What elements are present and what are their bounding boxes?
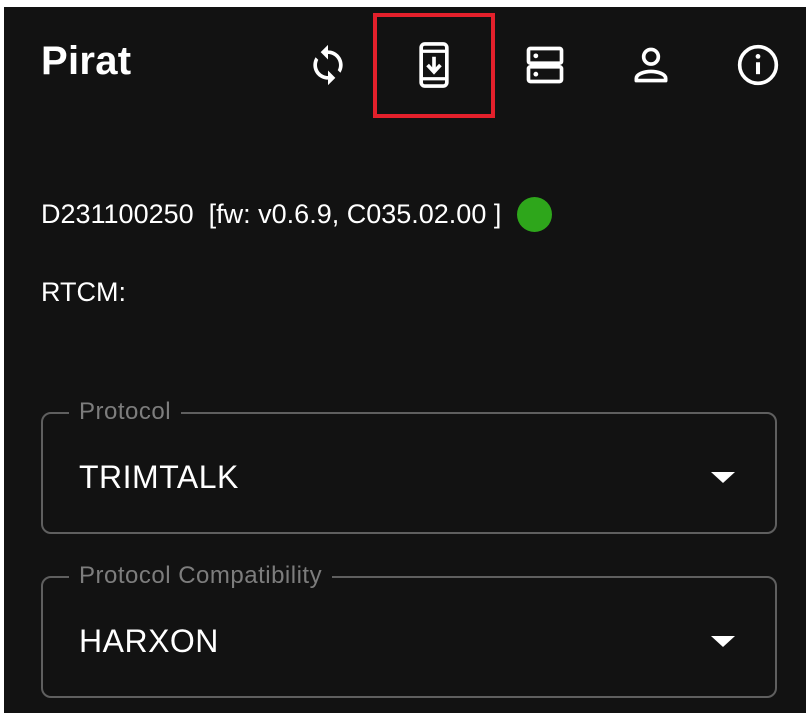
device-id: D231100250 (41, 199, 194, 229)
protocol-value: TRIMTALK (79, 459, 239, 495)
sync-icon (313, 44, 343, 86)
highlight-annotation (373, 13, 495, 118)
chevron-down-icon (711, 636, 735, 647)
protocol-label: Protocol (69, 398, 182, 426)
user-button[interactable] (620, 34, 682, 96)
protocol-compatibility-select[interactable]: Protocol Compatibility HARXON (41, 562, 777, 698)
protocol-compatibility-label: Protocol Compatibility (69, 562, 333, 590)
firmware-info: [fw: v0.6.9, C035.02.00 ] (208, 199, 502, 229)
protocol-select[interactable]: Protocol TRIMTALK (41, 398, 777, 534)
server-icon (526, 46, 564, 84)
app-title: Pirat (41, 39, 132, 83)
info-icon (737, 44, 779, 86)
app-screen: Pirat D231100250 [fw: v0.6.9, C035.02.00… (4, 7, 806, 713)
connection-status-dot (517, 197, 553, 232)
info-button[interactable] (727, 34, 789, 96)
device-info: D231100250 [fw: v0.6.9, C035.02.00 ] (41, 197, 553, 232)
chevron-down-icon (711, 472, 735, 483)
protocol-compatibility-value: HARXON (79, 623, 219, 659)
rtcm-label: RTCM: (41, 277, 126, 307)
user-icon (634, 47, 668, 83)
server-button[interactable] (514, 34, 576, 96)
sync-button[interactable] (297, 34, 359, 96)
